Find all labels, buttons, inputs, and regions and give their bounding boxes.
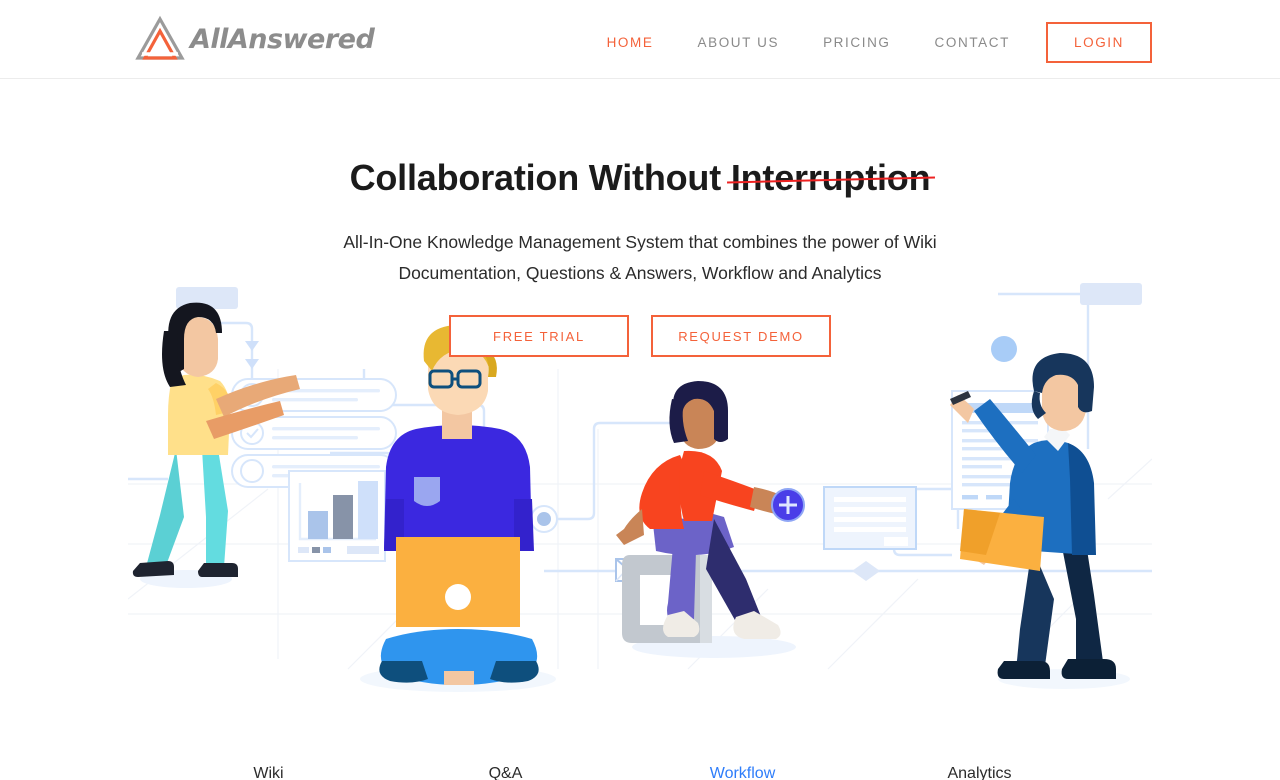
login-button[interactable]: LOGIN [1045,22,1152,63]
tab-qa[interactable]: Q&A [387,765,624,780]
request-demo-button[interactable]: REQUEST DEMO [651,315,831,357]
document-card [823,486,917,550]
subheadline-line-1: All-In-One Knowledge Management System t… [343,232,937,252]
nav-item-pricing[interactable]: PRICING [801,26,912,59]
nav-item-home[interactable]: HOME [585,26,676,59]
site-header: AllAnswered HOME ABOUT US PRICING CONTAC… [0,0,1280,79]
brand-name: AllAnswered [190,23,375,55]
headline-text: Collaboration Without [349,157,731,198]
nav-item-contact[interactable]: CONTACT [913,26,1032,59]
feature-tabs: Wiki Q&A Workflow Analytics [150,765,1098,780]
hero-subheadline: All-In-One Knowledge Management System t… [300,227,980,289]
hero-section: Collaboration Without Interruption All-I… [0,79,1280,780]
bar-1 [308,511,328,539]
figure-man-laptop [360,325,556,692]
nav-item-about-us[interactable]: ABOUT US [675,26,801,59]
tab-workflow-label: Workflow [709,765,776,780]
free-trial-button[interactable]: FREE TRIAL [449,315,629,357]
tab-analytics[interactable]: Analytics [861,765,1098,780]
main-nav: HOME ABOUT US PRICING CONTACT LOGIN [585,22,1152,63]
tab-qa-label: Q&A [488,765,523,780]
diamond-node [852,561,880,581]
tab-wiki[interactable]: Wiki [150,765,387,780]
tab-workflow[interactable]: Workflow [624,765,861,780]
flow-box-top-right [1080,283,1142,305]
landing-page: AllAnswered HOME ABOUT US PRICING CONTAC… [0,0,1280,780]
headline-struck-word: Interruption [730,157,931,198]
bar-3 [358,481,378,539]
bar-2 [333,495,353,539]
tab-analytics-label: Analytics [947,765,1012,780]
brand-logo[interactable]: AllAnswered [134,14,375,64]
cta-row: FREE TRIAL REQUEST DEMO [0,315,1280,357]
triangle-logo-icon [135,15,185,60]
tab-wiki-label: Wiki [253,765,284,780]
page-title: Collaboration Without Interruption [0,157,1280,199]
circle-node [530,505,558,533]
bar-chart-card [288,470,386,562]
subheadline-line-2: Documentation, Questions & Answers, Work… [398,263,882,283]
